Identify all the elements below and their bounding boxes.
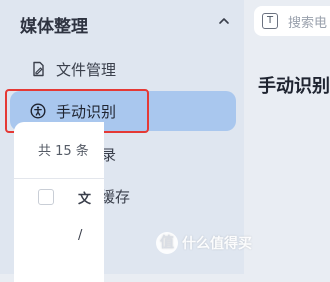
sidebar-item-label: 文件管理 xyxy=(56,60,117,79)
page-title: 手动识别 xyxy=(258,76,330,97)
main-content: T 搜索电 手动识别 xyxy=(244,0,330,274)
divider xyxy=(14,178,104,179)
chevron-up-icon[interactable] xyxy=(218,15,230,27)
record-count: 共 15 条 xyxy=(38,144,89,159)
sidebar-item-label: 手动识别 xyxy=(56,102,117,121)
table-column-header[interactable]: 文 xyxy=(78,188,91,207)
section-title-media[interactable]: 媒体整理 xyxy=(20,12,88,37)
sidebar-item-file-management[interactable]: 文件管理 xyxy=(10,49,236,89)
search-input[interactable]: 搜索电 xyxy=(288,12,327,31)
file-edit-icon xyxy=(30,61,46,77)
table-row[interactable]: / xyxy=(78,228,82,243)
keyboard-shortcut-icon: T xyxy=(262,13,278,29)
select-all-checkbox[interactable] xyxy=(38,189,54,205)
accessibility-icon xyxy=(30,103,46,119)
search-bar[interactable]: T 搜索电 xyxy=(254,6,330,36)
